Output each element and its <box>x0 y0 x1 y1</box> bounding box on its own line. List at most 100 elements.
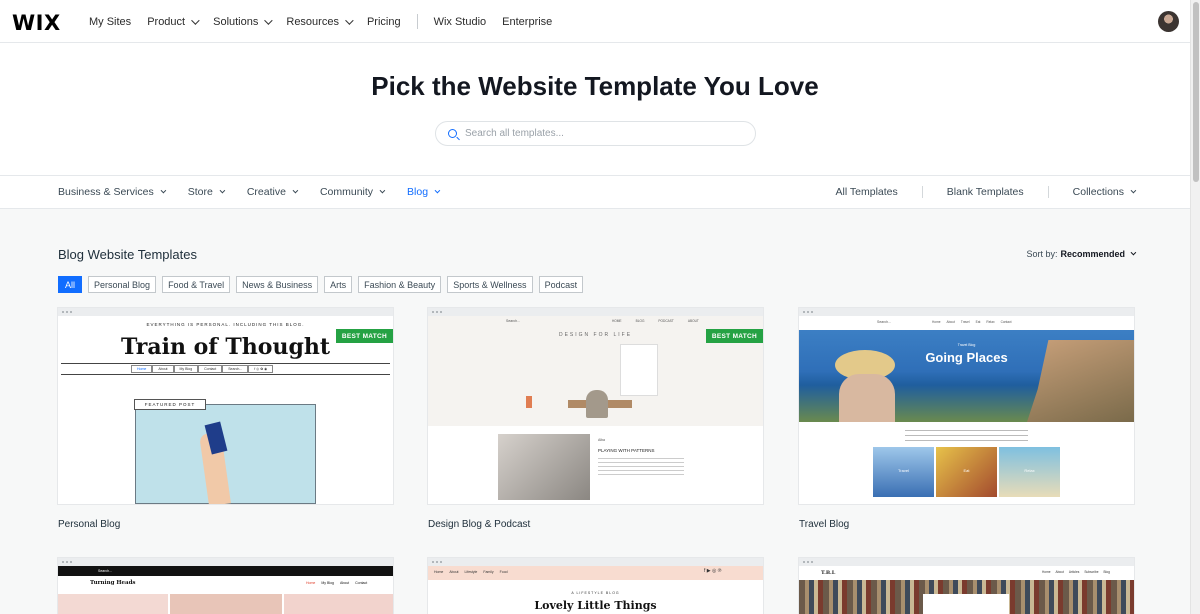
filter-all[interactable]: All <box>58 276 83 293</box>
category-thumbs: Travel Eat Relax <box>873 447 1060 497</box>
thumb-label: Eat <box>963 468 970 473</box>
chevron-down-icon <box>1130 187 1137 194</box>
category-label: Creative <box>246 186 286 198</box>
template-preview[interactable]: Search... HOME BLOG PODCAST ABOUT DESIGN… <box>428 308 763 504</box>
template-preview[interactable]: Search... Home About Travel Eat Relax Co… <box>799 308 1134 504</box>
featured-image <box>135 404 316 504</box>
post-image <box>498 434 590 500</box>
nav-resources[interactable]: Resources <box>286 15 354 28</box>
filter-arts[interactable]: Arts <box>324 276 353 293</box>
category-creative[interactable]: Creative <box>246 186 299 198</box>
filter-news-business[interactable]: News & Business <box>236 276 319 293</box>
preview-kicker: A LIFESTYLE BLOG <box>571 591 620 595</box>
template-card[interactable]: Search... Home About Travel Eat Relax Co… <box>799 308 1134 530</box>
category-label: Business & Services <box>58 186 154 198</box>
preview-headline: Turning Heads <box>90 580 136 586</box>
blank-templates-link[interactable]: Blank Templates <box>947 186 1024 198</box>
preview-menu-item: Search... <box>222 365 249 373</box>
filter-podcast[interactable]: Podcast <box>538 276 584 293</box>
preview-menu-item: Articles <box>1068 570 1080 574</box>
filter-food-travel[interactable]: Food & Travel <box>162 276 231 293</box>
chevron-down-icon <box>160 187 166 194</box>
chair <box>586 390 608 418</box>
template-preview[interactable]: T.B.L Home About Articles Subscribe Blog <box>799 558 1134 614</box>
link-label: Collections <box>1072 186 1124 198</box>
preview-menu-item: Lifestyle <box>464 570 478 574</box>
template-card[interactable]: Search... HOME BLOG PODCAST ABOUT DESIGN… <box>428 308 763 530</box>
preview-menu-item: Contact <box>355 581 368 585</box>
preview-menu-item: Home <box>434 570 444 574</box>
all-templates-link[interactable]: All Templates <box>836 186 898 198</box>
sort-dropdown[interactable]: Sort by: Recommended <box>1026 249 1137 259</box>
filter-sports-wellness[interactable]: Sports & Wellness <box>447 276 533 293</box>
filter-personal-blog[interactable]: Personal Blog <box>88 276 157 293</box>
nav-enterprise[interactable]: Enterprise <box>502 16 552 28</box>
template-card[interactable]: Search... Turning Heads Home My Blog Abo… <box>58 558 393 614</box>
browser-bar <box>799 558 1134 566</box>
template-preview[interactable]: EVERYTHING IS PERSONAL. INCLUDING THIS B… <box>58 308 393 504</box>
page-scrollbar[interactable] <box>1190 0 1200 614</box>
nav-my-sites[interactable]: My Sites <box>89 16 131 28</box>
chevron-down-icon <box>191 15 200 25</box>
category-business-services[interactable]: Business & Services <box>58 186 166 198</box>
preview-menu-item: Home <box>1042 570 1051 574</box>
browser-bar <box>428 308 763 316</box>
template-card[interactable]: EVERYTHING IS PERSONAL. INCLUDING THIS B… <box>58 308 393 530</box>
category-blog[interactable]: Blog <box>407 186 441 198</box>
template-name[interactable]: Design Blog & Podcast <box>428 519 763 530</box>
vase <box>526 396 532 408</box>
user-avatar[interactable] <box>1158 11 1179 32</box>
preview-image <box>170 594 282 614</box>
preview-menu-item: Home <box>131 365 153 373</box>
preview-menu: Home About Lifestyle Family Food <box>434 570 508 574</box>
preview-menu-item: About <box>1055 570 1064 574</box>
nav-product[interactable]: Product <box>147 15 200 28</box>
template-name[interactable]: Travel Blog <box>799 519 1134 530</box>
main-menu: My Sites Product Solutions Resources Pri… <box>89 0 568 43</box>
preview-menu: Home About Articles Subscribe Blog <box>1042 570 1110 574</box>
divider <box>1047 186 1049 198</box>
nav-pricing[interactable]: Pricing <box>367 16 401 28</box>
preview-menu-item: Subscribe <box>1084 570 1099 574</box>
overlay-box <box>923 594 1009 614</box>
best-match-badge: BEST MATCH <box>336 329 393 343</box>
template-card[interactable]: Home About Lifestyle Family Food f ▶ ◎ ℗… <box>428 558 763 614</box>
bookshelf-image <box>799 580 1134 614</box>
featured-post-label: FEATURED POST <box>134 399 206 410</box>
chevron-down-icon <box>345 15 354 25</box>
person <box>839 374 895 422</box>
preview-search: Search... <box>58 566 393 576</box>
template-name[interactable]: Personal Blog <box>58 519 393 530</box>
browser-bar <box>58 558 393 566</box>
social-icons: f ▶ ◎ ℗ <box>704 568 722 574</box>
nav-wix-studio[interactable]: Wix Studio <box>434 16 487 28</box>
preview-menu-item: Contact <box>1000 320 1012 324</box>
preview-menu-item: HOME <box>612 319 622 323</box>
preview-menu-item: Family <box>483 570 494 574</box>
filter-fashion-beauty[interactable]: Fashion & Beauty <box>358 276 442 293</box>
template-card[interactable]: T.B.L Home About Articles Subscribe Blog <box>799 558 1134 614</box>
template-preview[interactable]: Search... Turning Heads Home My Blog Abo… <box>58 558 393 614</box>
chevron-down-icon <box>264 15 274 25</box>
category-label: Store <box>187 186 213 198</box>
browser-bar <box>58 308 393 316</box>
nav-solutions[interactable]: Solutions <box>213 15 274 28</box>
collections-dropdown[interactable]: Collections <box>1072 186 1137 198</box>
thumb-relax: Relax <box>999 447 1060 497</box>
nav-label: Solutions <box>213 15 259 28</box>
preview-header: Home About Lifestyle Family Food f ▶ ◎ ℗ <box>428 566 763 580</box>
wix-logo[interactable]: WIX <box>12 11 61 35</box>
sort-value: Recommended <box>1060 249 1125 259</box>
nav-label: Enterprise <box>502 15 553 28</box>
preview-menu-item: About <box>449 570 459 574</box>
template-search[interactable] <box>435 121 756 146</box>
search-input[interactable] <box>465 128 725 139</box>
thumb-travel: Travel <box>873 447 934 497</box>
scrollbar-thumb[interactable] <box>1193 2 1199 182</box>
category-community[interactable]: Community <box>320 186 386 198</box>
nav-label: Product <box>147 15 186 28</box>
intro-text-lines <box>905 428 1028 444</box>
template-preview[interactable]: Home About Lifestyle Family Food f ▶ ◎ ℗… <box>428 558 763 614</box>
preview-kicker: Travel Blog <box>957 343 976 347</box>
category-store[interactable]: Store <box>187 186 226 198</box>
